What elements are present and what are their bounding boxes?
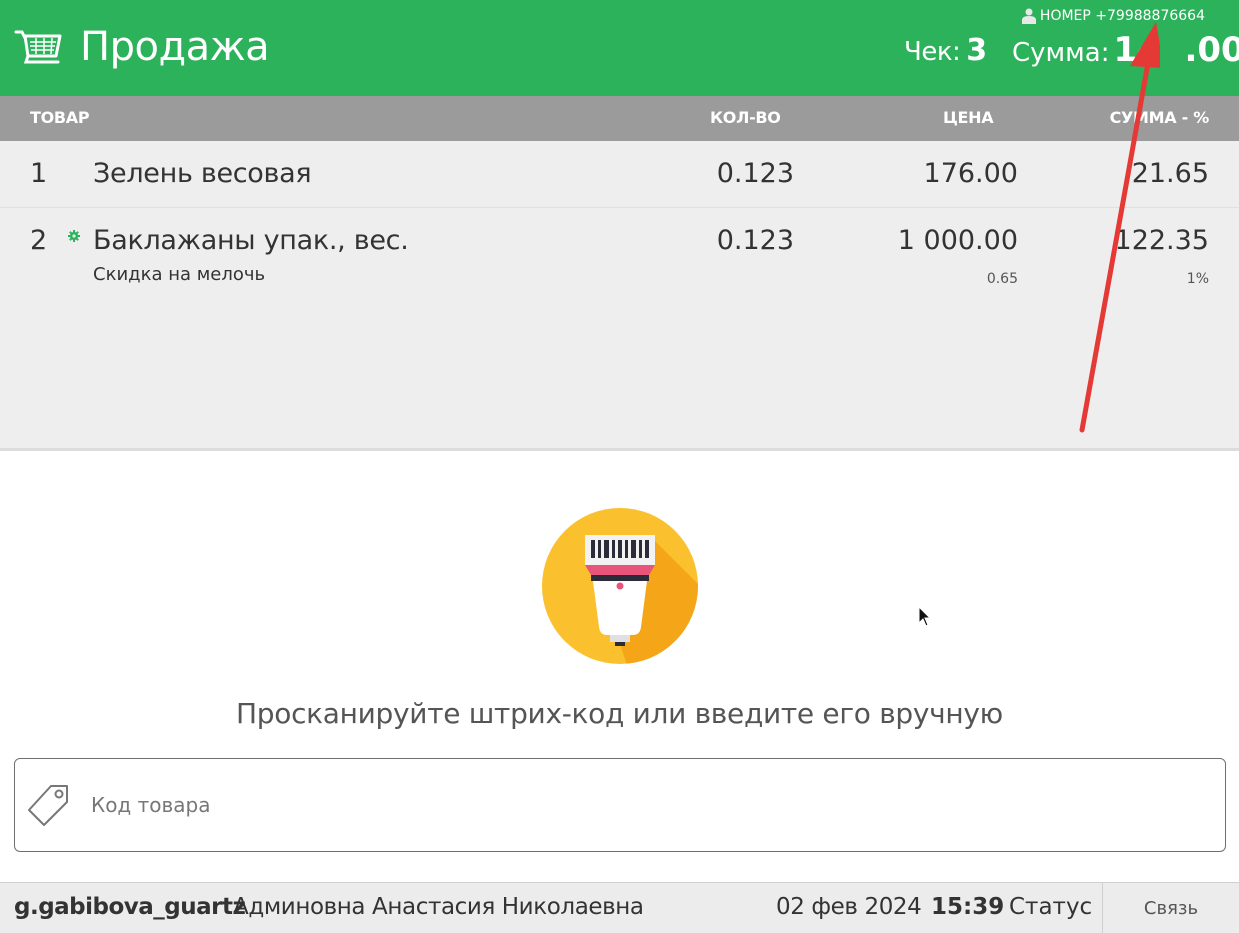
- user-login: g.gabibova_guartz: [14, 894, 246, 920]
- product-discount-percent: 1%: [1186, 271, 1209, 287]
- tag-icon: [28, 785, 68, 826]
- discount-gear-icon: [68, 230, 80, 242]
- page-title: Продажа: [80, 24, 270, 70]
- product-name: Баклажаны упак., вес.: [93, 225, 409, 256]
- column-header-item: ТОВАР: [30, 108, 90, 127]
- product-discount-label: Скидка на мелочь: [93, 264, 266, 285]
- current-date: 02 фев 2024: [776, 894, 922, 920]
- check-number: 3: [966, 33, 988, 68]
- product-qty: 0.123: [716, 158, 794, 189]
- barcode-scanner-icon: [542, 508, 698, 664]
- table-header: ТОВАР КОЛ-ВО ЦЕНА СУММА - %: [0, 96, 1239, 141]
- product-qty: 0.123: [716, 225, 794, 256]
- check-info: Чек: 3: [904, 33, 987, 68]
- product-discount-amount: 0.65: [986, 271, 1018, 287]
- row-index: 1: [30, 158, 48, 189]
- column-header-price: ЦЕНА: [943, 108, 994, 127]
- row-index: 2: [30, 225, 48, 256]
- mouse-cursor-icon: [918, 606, 932, 627]
- check-label: Чек:: [904, 37, 961, 67]
- product-price: 1 000.00: [897, 225, 1018, 256]
- table-row[interactable]: 1 Зелень весовая 0.123 176.00 21.65: [0, 141, 1239, 208]
- column-header-qty: КОЛ-ВО: [710, 108, 781, 127]
- scan-prompt: Просканируйте штрих-код или введите его …: [236, 697, 1003, 730]
- annotation-arrow: [1079, 22, 1160, 433]
- status-bar: g.gabibova_guartz Админовна Анастасия Ни…: [0, 882, 1239, 933]
- person-icon: [1021, 8, 1036, 24]
- product-price: 176.00: [923, 158, 1018, 189]
- sale-header: Продажа НОМЕР +79988876664 Чек: 3 Сумма:…: [0, 0, 1239, 96]
- product-name: Зелень весовая: [93, 158, 312, 189]
- current-time: 15:39: [931, 894, 1005, 920]
- contact-button[interactable]: Связь: [1102, 883, 1239, 933]
- status-link[interactable]: Статус: [1009, 894, 1092, 920]
- product-code-field[interactable]: [14, 758, 1226, 852]
- user-full-name: Админовна Анастасия Николаевна: [233, 894, 644, 920]
- table-row[interactable]: 2 Баклажаны упак., вес. Скидка на мелочь…: [0, 208, 1239, 328]
- cart-icon: [14, 30, 62, 64]
- product-code-input[interactable]: [91, 787, 1191, 823]
- receipt-items: 1 Зелень весовая 0.123 176.00 21.65 2 Ба…: [0, 141, 1239, 451]
